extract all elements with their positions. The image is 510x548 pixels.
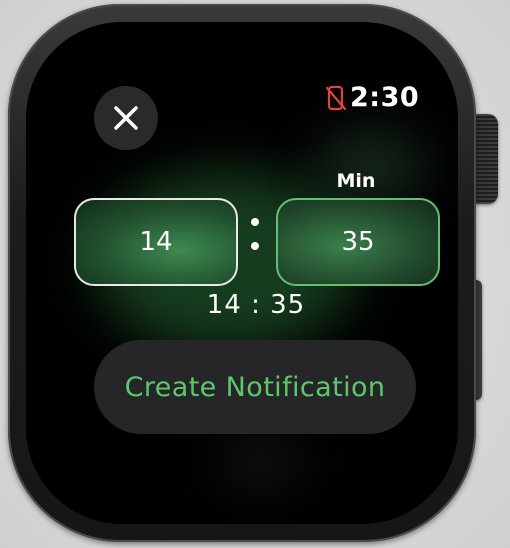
- status-bar: 2:30: [326, 82, 419, 113]
- close-icon: [114, 106, 138, 130]
- picker-separator: [248, 212, 262, 262]
- minute-value: 35: [341, 227, 375, 257]
- watch-case: 2:30 Min 14 35 14 : 35 Create Notificati…: [8, 4, 476, 542]
- create-notification-label: Create Notification: [124, 371, 386, 403]
- hour-value: 14: [139, 227, 173, 257]
- minute-column-label: Min: [336, 170, 376, 192]
- close-button[interactable]: [94, 86, 158, 150]
- create-notification-button[interactable]: Create Notification: [94, 340, 416, 434]
- background-glow: [216, 442, 306, 482]
- phone-disconnected-icon: [326, 85, 346, 110]
- watch-screen: 2:30 Min 14 35 14 : 35 Create Notificati…: [26, 22, 458, 524]
- hour-picker[interactable]: 14: [74, 198, 238, 286]
- minute-picker[interactable]: 35: [276, 198, 440, 286]
- stage: 2:30 Min 14 35 14 : 35 Create Notificati…: [0, 0, 510, 548]
- selected-time-readout: 14 : 35: [206, 290, 306, 320]
- status-time: 2:30: [350, 82, 420, 113]
